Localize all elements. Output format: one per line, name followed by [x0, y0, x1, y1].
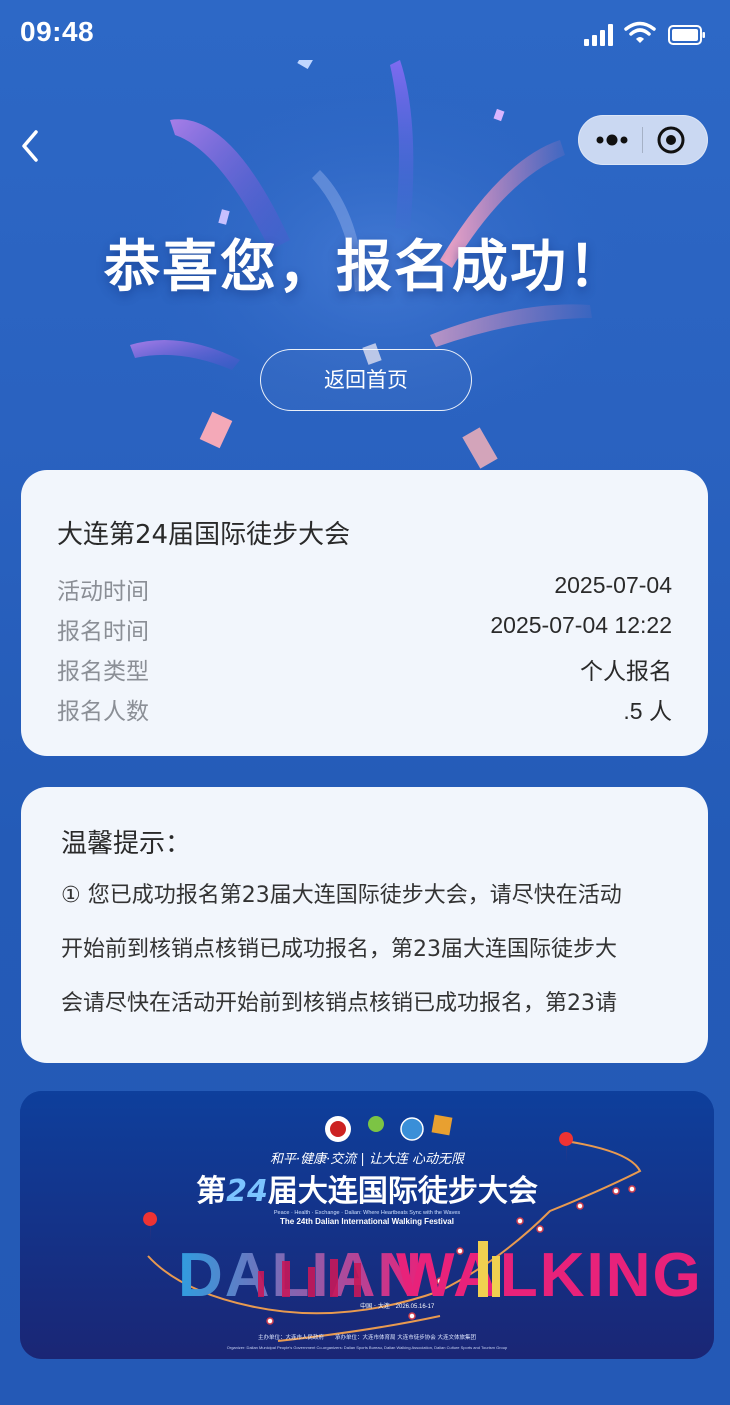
poster-slogan: 和平·健康·交流 | 让大连 心动无限	[270, 1151, 466, 1167]
event-poster-banner[interactable]: DALIAN WALKING 和平·健康·交流 | 让大连 心动无限 第24届大…	[20, 1091, 714, 1359]
registration-info-card: 大连第24届国际徒步大会 活动时间 2025-07-04 报名时间 2025-0…	[21, 470, 708, 756]
tips-line: ① 您已成功报名第23届大连国际徒步大会，请尽快在活动	[61, 883, 622, 908]
poster-title-cn: 第24届大连国际徒步大会	[196, 1174, 538, 1209]
tips-line: 会请尽快在活动开始前到核销点核销已成功报名，第23请	[61, 991, 617, 1016]
success-headline: 恭喜您，报名成功！	[104, 235, 626, 300]
tips-card: 温馨提示： ① 您已成功报名第23届大连国际徒步大会，请尽快在活动 开始前到核销…	[21, 787, 708, 1063]
registration-type-label: 报名类型	[57, 659, 149, 685]
status-time: 09:48	[20, 16, 95, 47]
close-target-icon[interactable]	[643, 115, 708, 165]
tips-line: 开始前到核销点核销已成功报名，第23届大连国际徒步大	[61, 937, 617, 962]
activity-time-value: 2025-07-04	[554, 572, 672, 598]
tips-title: 温馨提示：	[61, 829, 192, 859]
wifi-icon	[624, 21, 656, 43]
registration-type-value: 个人报名	[580, 658, 672, 684]
poster-organizers-en: Organizer: Dalian Municipal People's Gov…	[227, 1345, 508, 1350]
return-home-button[interactable]: 返回首页	[260, 349, 472, 411]
back-icon[interactable]	[14, 126, 50, 166]
mini-program-capsule	[578, 115, 708, 165]
registration-time-label: 报名时间	[57, 619, 149, 645]
activity-time-label: 活动时间	[57, 579, 149, 605]
poster-place: 中国 · 大连	[360, 1302, 390, 1310]
event-title: 大连第24届国际徒步大会	[57, 520, 351, 550]
signal-icon	[584, 24, 613, 46]
registration-count-label: 报名人数	[57, 699, 149, 725]
poster-organizers-cn: 主办单位：大连市人民政府 承办单位：大连市体育局 大连市徒步协会 大连文体旅集团	[258, 1333, 476, 1341]
poster-date: 2026.05.16-17	[396, 1304, 435, 1310]
battery-icon	[668, 25, 705, 45]
registration-time-value: 2025-07-04 12:22	[490, 612, 672, 638]
poster-subtitle-en-1: Peace · Health · Exchange · Dalian: Wher…	[274, 1210, 461, 1216]
poster-dalian-word: DALIAN	[178, 1241, 424, 1310]
poster-walking-word: WALKING	[396, 1241, 703, 1310]
more-icon[interactable]	[578, 115, 642, 165]
poster-subtitle-en-2: The 24th Dalian International Walking Fe…	[280, 1217, 454, 1226]
registration-count-value: .5 人	[623, 698, 672, 724]
poster-art: DALIAN WALKING 和平·健康·交流 | 让大连 心动无限 第24届大…	[20, 1091, 714, 1359]
status-bar: 09:48	[0, 0, 730, 70]
